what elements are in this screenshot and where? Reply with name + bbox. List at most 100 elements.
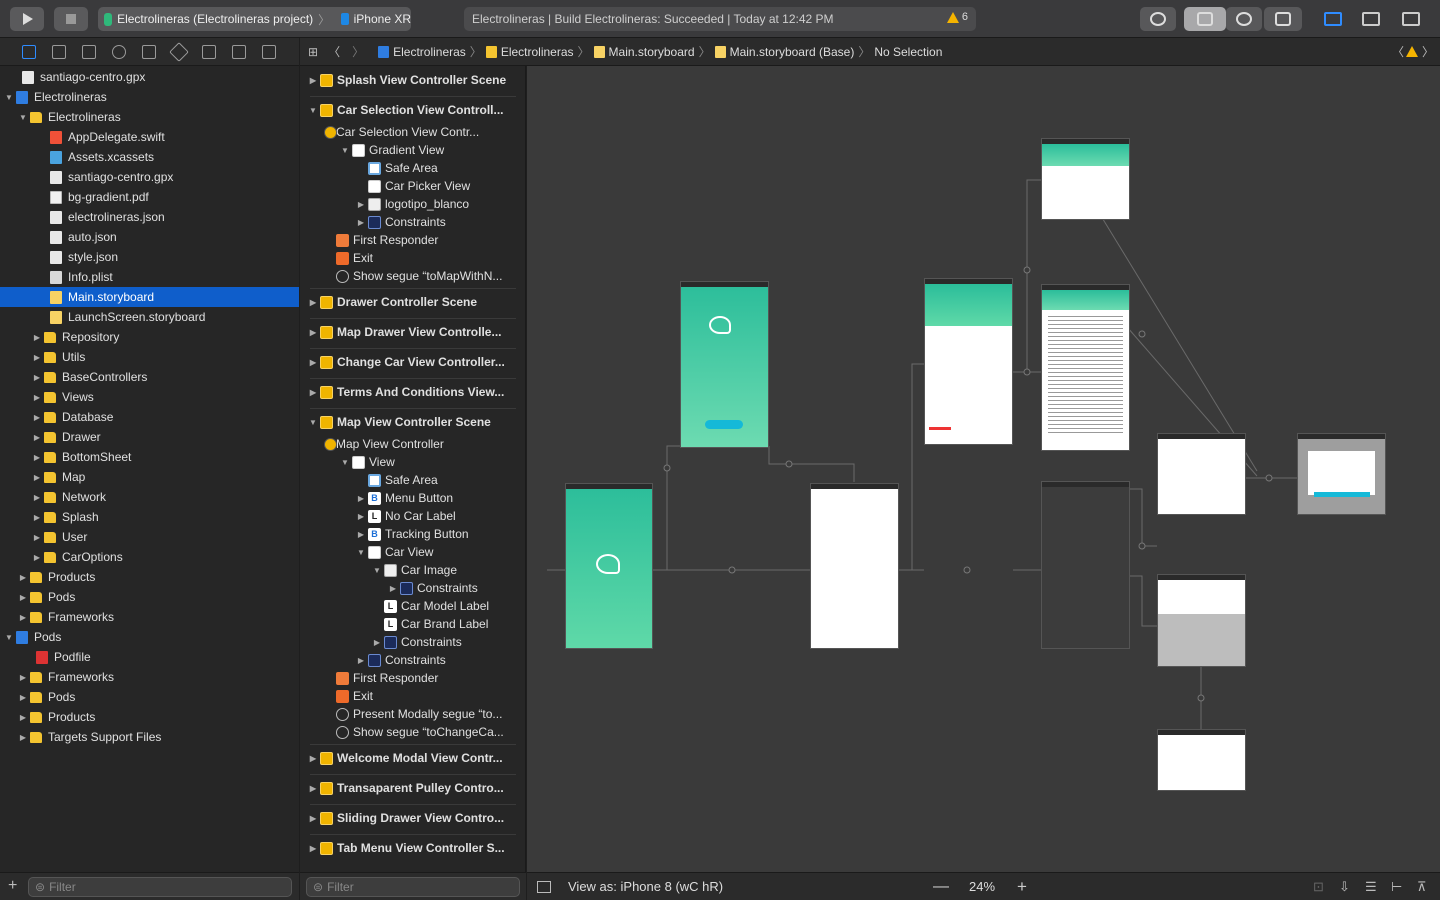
welcome-modal-view-controller-scene[interactable]	[1297, 433, 1386, 515]
find-navigator-icon[interactable]	[112, 45, 126, 59]
breadcrumb-item[interactable]: No Selection	[874, 45, 942, 59]
outline-row[interactable]: First Responder	[300, 231, 525, 249]
list-item[interactable]: bg-gradient.pdf	[0, 187, 299, 207]
outline-row[interactable]: ▼ Car View	[300, 543, 525, 561]
disclosure-closed-icon[interactable]: ▶	[32, 453, 42, 462]
disclosure-open-icon[interactable]: ▼	[372, 566, 382, 575]
disclosure-closed-icon[interactable]: ▶	[308, 76, 318, 85]
disclosure-closed-icon[interactable]: ▶	[308, 844, 318, 853]
list-item[interactable]: ▶ Network	[0, 487, 299, 507]
add-constraints-icon[interactable]: ⊢	[1391, 879, 1402, 895]
outline-row[interactable]: Car Picker View	[300, 177, 525, 195]
list-item[interactable]: ▶ Frameworks	[0, 667, 299, 687]
outline-row[interactable]: L Car Model Label	[300, 597, 525, 615]
list-item[interactable]: ▼ Electrolineras	[0, 107, 299, 127]
outline-row[interactable]: ▶ Map Drawer View Controlle...	[300, 322, 525, 342]
disclosure-closed-icon[interactable]: ▶	[372, 638, 382, 647]
disclosure-open-icon[interactable]: ▼	[340, 146, 350, 155]
outline-row[interactable]: Exit	[300, 687, 525, 705]
embed-in-icon[interactable]: ⇩	[1339, 879, 1350, 895]
outline-row[interactable]: ▶ Tab Menu View Controller S...	[300, 838, 525, 858]
list-item[interactable]: Info.plist	[0, 267, 299, 287]
outline-row[interactable]: ▶ Constraints	[300, 579, 525, 597]
outline-row[interactable]: ▶ Constraints	[300, 213, 525, 231]
sliding-drawer-view-controller-scene[interactable]	[1157, 574, 1246, 667]
disclosure-open-icon[interactable]: ▼	[4, 93, 14, 102]
outline-row[interactable]: ▼ View	[300, 453, 525, 471]
outline-row[interactable]: ▼ Map View Controller Scene	[300, 412, 525, 432]
list-item[interactable]: electrolineras.json	[0, 207, 299, 227]
disclosure-closed-icon[interactable]: ▶	[32, 493, 42, 502]
issue-navigator-icon[interactable]	[142, 45, 156, 59]
disclosure-closed-icon[interactable]: ▶	[32, 473, 42, 482]
disclosure-closed-icon[interactable]: ▶	[18, 693, 28, 702]
transparent-pulley-controller-scene[interactable]	[1041, 481, 1130, 649]
outline-row[interactable]: ▶ Terms And Conditions View...	[300, 382, 525, 402]
disclosure-closed-icon[interactable]: ▶	[18, 613, 28, 622]
change-car-view-controller-scene[interactable]	[1041, 138, 1130, 220]
disclosure-closed-icon[interactable]: ▶	[308, 298, 318, 307]
disclosure-open-icon[interactable]: ▼	[4, 633, 14, 642]
storyboard-canvas[interactable]	[527, 66, 1440, 872]
outline-row[interactable]: ▶ logotipo_blanco	[300, 195, 525, 213]
run-button[interactable]	[10, 7, 44, 31]
drawer-controller-scene[interactable]	[810, 483, 899, 649]
outline-row[interactable]: Safe Area	[300, 159, 525, 177]
resolve-issues-icon[interactable]: ⊼	[1417, 879, 1427, 895]
assistant-editor-button[interactable]	[1226, 7, 1262, 31]
outline-row[interactable]: ▶ Sliding Drawer View Contro...	[300, 808, 525, 828]
disclosure-closed-icon[interactable]: ▶	[388, 584, 398, 593]
disclosure-closed-icon[interactable]: ▶	[32, 393, 42, 402]
disclosure-closed-icon[interactable]: ▶	[32, 413, 42, 422]
report-navigator-icon[interactable]	[262, 45, 276, 59]
disclosure-closed-icon[interactable]: ▶	[32, 533, 42, 542]
disclosure-closed-icon[interactable]: ▶	[308, 784, 318, 793]
list-item[interactable]: ▶ Views	[0, 387, 299, 407]
source-control-icon[interactable]	[52, 45, 66, 59]
list-item[interactable]: santiago-centro.gpx	[0, 67, 299, 87]
disclosure-closed-icon[interactable]: ▶	[32, 353, 42, 362]
inspector-toggle-icon[interactable]	[1400, 8, 1422, 30]
align-icon[interactable]: ☰	[1365, 879, 1377, 895]
next-issue-icon[interactable]: 〉	[1422, 43, 1434, 60]
list-item[interactable]: ▶ CarOptions	[0, 547, 299, 567]
disclosure-open-icon[interactable]: ▼	[340, 458, 350, 467]
update-frames-icon[interactable]: ⊡	[1313, 879, 1324, 895]
list-item[interactable]: ▶ Utils	[0, 347, 299, 367]
outline-row[interactable]: ▶ Constraints	[300, 633, 525, 651]
disclosure-closed-icon[interactable]: ▶	[308, 388, 318, 397]
outline-row[interactable]: ▼Car Selection View Contr...	[300, 123, 525, 141]
disclosure-closed-icon[interactable]: ▶	[18, 673, 28, 682]
outline-row[interactable]: Exit	[300, 249, 525, 267]
back-icon[interactable]: 〈	[328, 43, 340, 60]
outline-row[interactable]: ▼ Gradient View	[300, 141, 525, 159]
symbol-navigator-icon[interactable]	[82, 45, 96, 59]
outline-row[interactable]: Show segue “toMapWithN...	[300, 267, 525, 285]
disclosure-closed-icon[interactable]: ▶	[308, 754, 318, 763]
breadcrumb-item[interactable]: Electrolineras	[485, 45, 574, 59]
navigator-filter-input[interactable]: ⊜ Filter	[28, 877, 292, 897]
outline-row[interactable]: ▶ L No Car Label	[300, 507, 525, 525]
list-item[interactable]: ▶ Splash	[0, 507, 299, 527]
list-item[interactable]: Podfile	[0, 647, 299, 667]
disclosure-closed-icon[interactable]: ▶	[18, 713, 28, 722]
disclosure-closed-icon[interactable]: ▶	[32, 513, 42, 522]
outline-row[interactable]: ▶ Transaparent Pulley Contro...	[300, 778, 525, 798]
outline-row[interactable]: ▼ Car Selection View Controll...	[300, 100, 525, 120]
outline-row[interactable]: Safe Area	[300, 471, 525, 489]
outline-row[interactable]: ▶ Splash View Controller Scene	[300, 70, 525, 90]
activity-viewer[interactable]: Electrolineras | Build Electrolineras: S…	[464, 7, 976, 31]
list-item[interactable]: ▶ Database	[0, 407, 299, 427]
outline-row[interactable]: ▶ Constraints	[300, 651, 525, 669]
disclosure-open-icon[interactable]: ▼	[18, 113, 28, 122]
list-item[interactable]: ▼ Electrolineras	[0, 87, 299, 107]
add-icon[interactable]: +	[8, 877, 17, 895]
version-editor-button[interactable]	[1264, 7, 1302, 31]
project-navigator-icon[interactable]	[22, 45, 36, 59]
standard-editor-button[interactable]	[1184, 7, 1226, 31]
list-item[interactable]: ▶ Repository	[0, 327, 299, 347]
disclosure-open-icon[interactable]: ▼	[308, 106, 318, 115]
previous-issue-icon[interactable]: 〈	[1392, 43, 1404, 60]
list-item-selected[interactable]: Main.storyboard	[0, 287, 299, 307]
list-item[interactable]: LaunchScreen.storyboard	[0, 307, 299, 327]
